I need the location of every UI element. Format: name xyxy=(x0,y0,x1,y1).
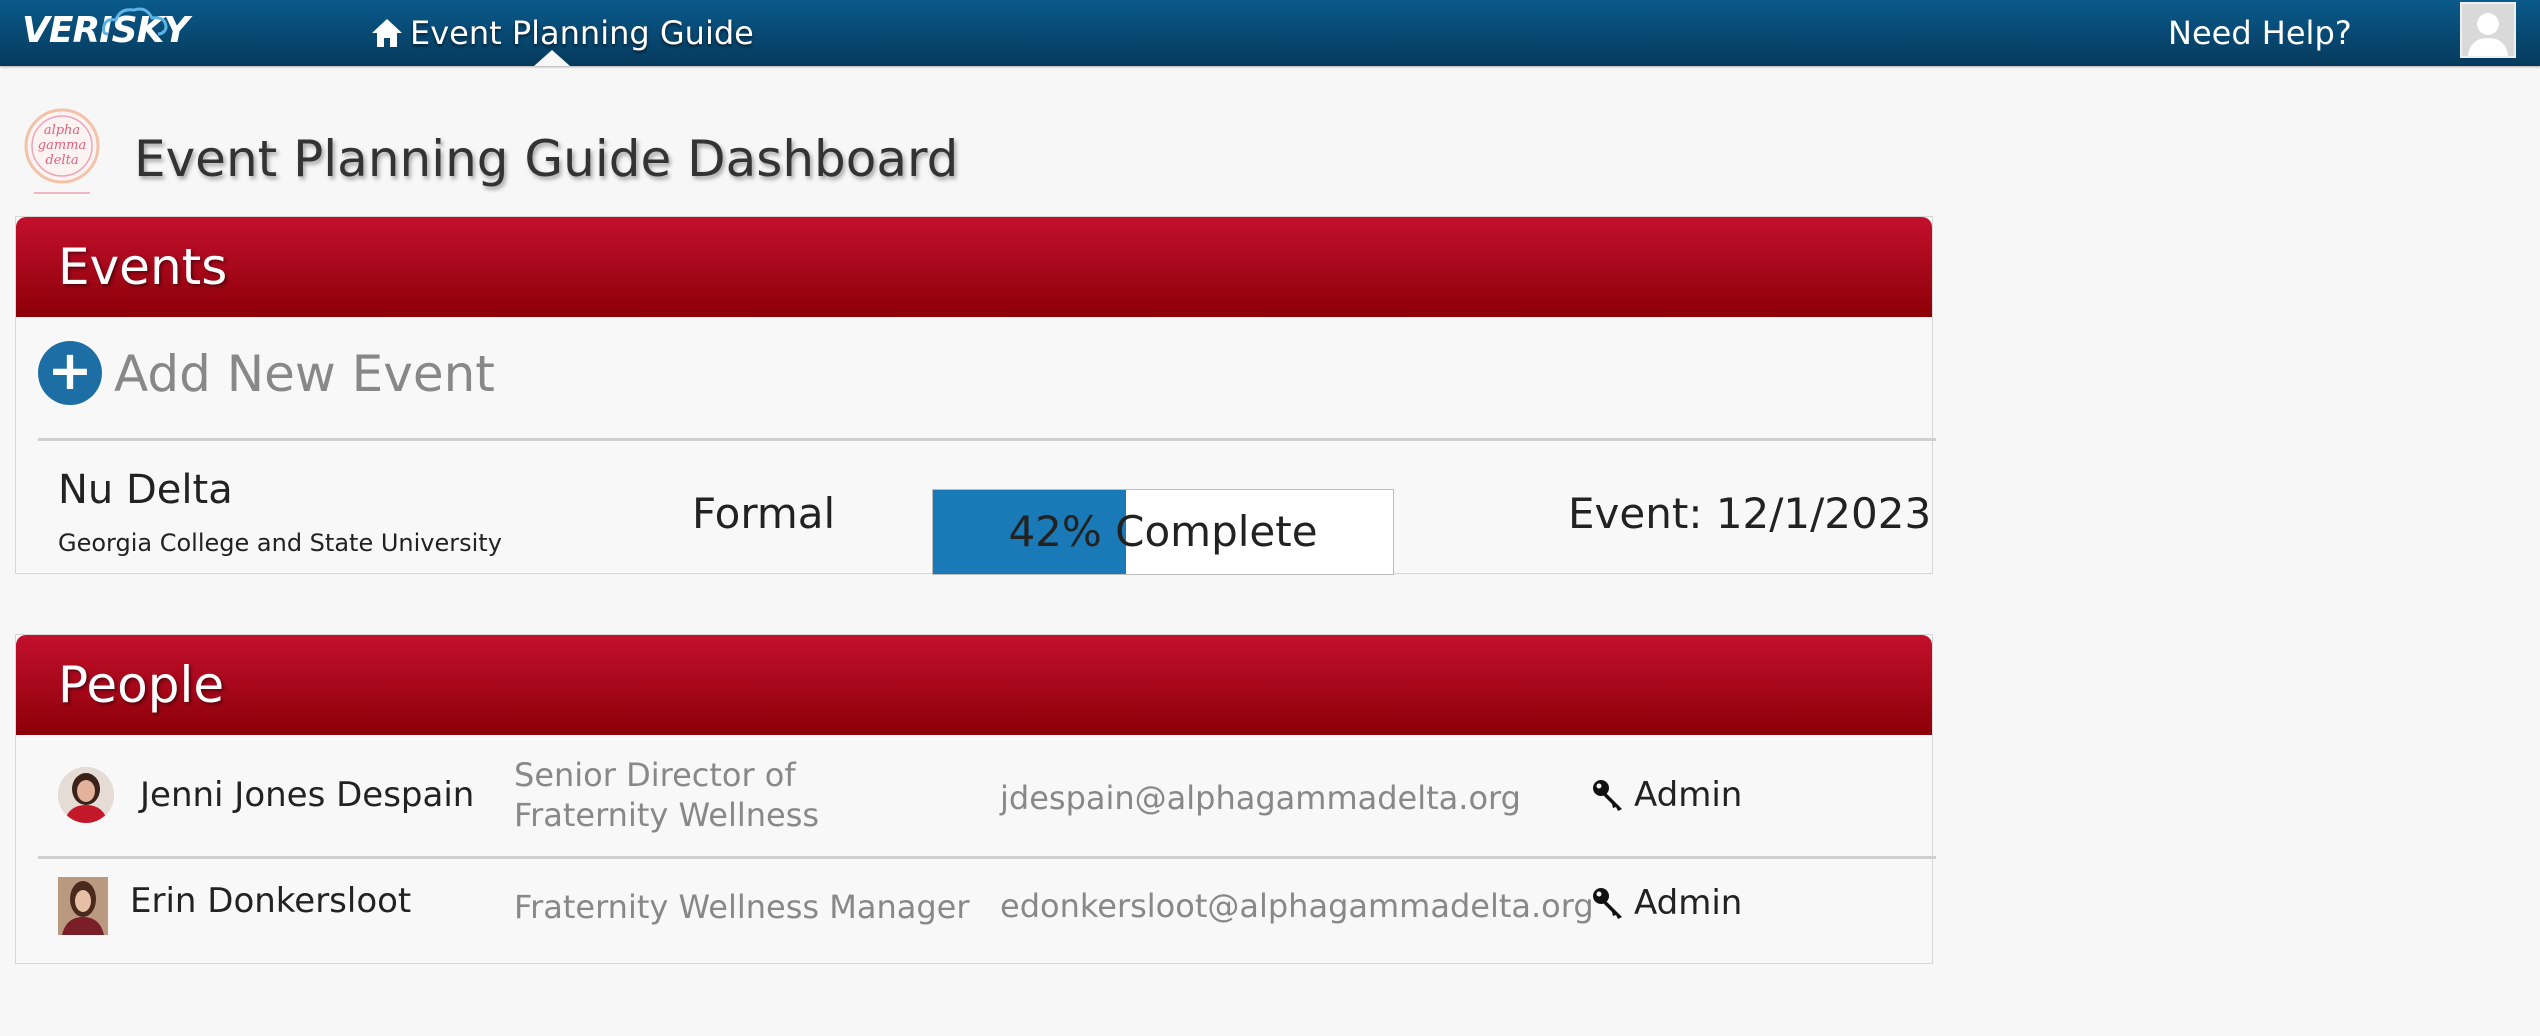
person-role-label: Admin xyxy=(1634,883,1743,923)
svg-text:delta: delta xyxy=(45,153,78,168)
key-icon xyxy=(1593,780,1622,811)
svg-text:gamma: gamma xyxy=(38,138,86,153)
top-nav-bar: VERISKY Event Planning Guide Need Help? xyxy=(0,0,2540,66)
progress-label: 42% Complete xyxy=(1008,507,1318,556)
active-nav-indicator xyxy=(534,50,570,66)
event-progress-bar: 42% Complete xyxy=(932,489,1394,575)
add-new-event-button[interactable]: + Add New Event xyxy=(38,333,1936,441)
person-photo xyxy=(58,767,114,823)
brand-logo[interactable]: VERISKY xyxy=(22,6,189,56)
people-panel-heading: People xyxy=(16,635,1932,735)
events-panel: Events + Add New Event Nu Delta Georgia … xyxy=(15,216,1936,575)
event-type: Formal xyxy=(692,489,836,538)
person-title: Senior Director of Fraternity Wellness xyxy=(514,756,820,834)
event-row[interactable]: Nu Delta Georgia College and State Unive… xyxy=(16,449,1932,575)
need-help-link[interactable]: Need Help? xyxy=(2168,8,2352,58)
person-role: Admin xyxy=(1590,883,1742,923)
people-panel: People Jenni Jones Despain Senior Direct… xyxy=(15,634,1936,964)
avatar-silhouette-icon xyxy=(2468,13,2508,56)
event-chapter-name[interactable]: Nu Delta xyxy=(58,467,233,513)
add-new-event-label: Add New Event xyxy=(114,345,495,403)
person-email[interactable]: edonkersloot@alphagammadelta.org xyxy=(1000,887,1594,925)
home-icon xyxy=(372,19,402,47)
nav-title: Event Planning Guide xyxy=(410,14,754,52)
person-name: Jenni Jones Despain xyxy=(140,775,475,815)
key-icon xyxy=(1593,888,1622,919)
person-role: Admin xyxy=(1590,775,1742,815)
events-panel-heading: Events xyxy=(16,217,1932,317)
cloud-icon xyxy=(102,7,168,36)
person-email[interactable]: jdespain@alphagammadelta.org xyxy=(1000,779,1521,817)
person-row: Erin Donkersloot Fraternity Wellness Man… xyxy=(38,861,1936,975)
person-role-label: Admin xyxy=(1634,775,1743,815)
person-name: Erin Donkersloot xyxy=(130,881,412,921)
person-photo xyxy=(58,877,108,935)
page-title: Event Planning Guide Dashboard xyxy=(134,130,959,188)
svg-text:alpha: alpha xyxy=(44,123,80,138)
event-school: Georgia College and State University xyxy=(58,529,502,557)
organization-logo: alpha gamma delta xyxy=(20,104,108,200)
person-row: Jenni Jones Despain Senior Director of F… xyxy=(38,735,1936,859)
person-title: Fraternity Wellness Manager xyxy=(514,888,970,926)
plus-icon: + xyxy=(38,341,102,405)
user-avatar-icon[interactable] xyxy=(2460,2,2516,58)
event-date: Event: 12/1/2023 xyxy=(1568,489,1932,538)
